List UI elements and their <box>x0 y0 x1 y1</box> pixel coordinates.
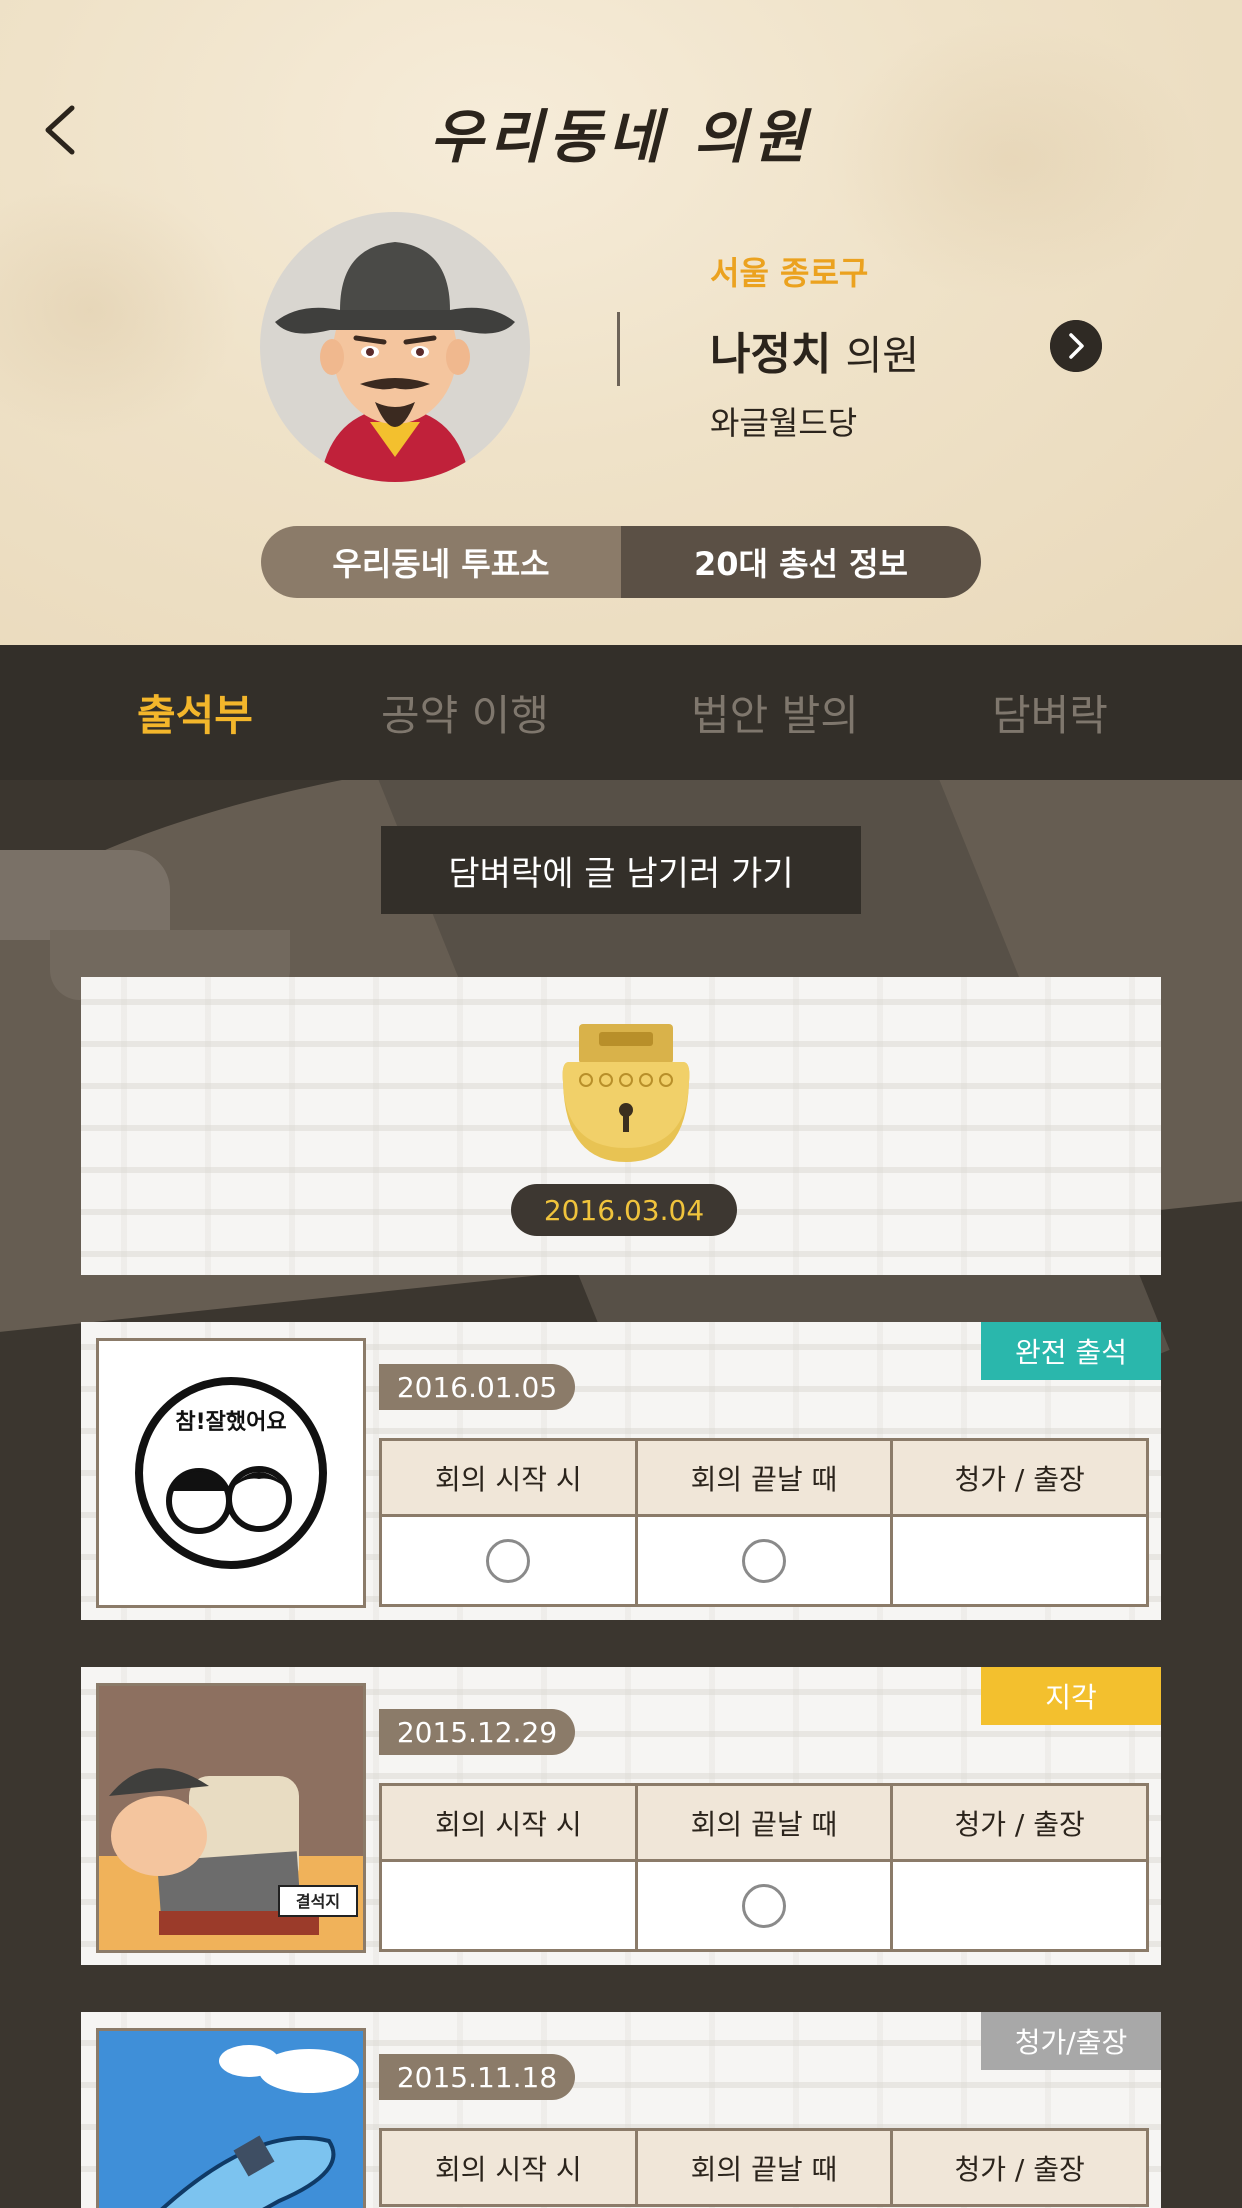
cell-leave-trip <box>890 1514 1149 1607</box>
attendance-circle-icon <box>486 1538 531 1583</box>
header-leave-trip: 청가 / 출장 <box>890 1783 1149 1862</box>
profile-header: 우리동네 의원 서울 종로구 나정치의원 와글월드당 우리동네 투표소 20대 <box>0 0 1242 645</box>
header-meeting-end: 회의 끝날 때 <box>634 2128 894 2207</box>
header-leave-trip: 청가 / 출장 <box>890 2128 1149 2207</box>
attendance-table: 회의 시작 시 회의 끝날 때 청가 / 출장 <box>379 1783 1149 1952</box>
tab-pledge[interactable]: 공약 이행 <box>330 645 600 780</box>
cell-meeting-start <box>379 1859 638 1952</box>
attendance-record[interactable]: 참!잘했어요 2016.01.05 완전 출석 회의 시작 시 회의 끝날 때 … <box>81 1322 1161 1620</box>
cell-meeting-start <box>379 1514 638 1607</box>
header-meeting-end: 회의 끝날 때 <box>634 1438 894 1517</box>
attendance-circle-icon <box>741 1883 786 1928</box>
write-on-wall-button[interactable]: 담벼락에 글 남기러 가기 <box>381 826 861 914</box>
lock-card: 2016.03.04 <box>81 977 1161 1275</box>
tab-bar: 출석부 공약 이행 법안 발의 담벼락 <box>0 645 1242 780</box>
tab-bills[interactable]: 법안 발의 <box>640 645 910 780</box>
attendance-table: 회의 시작 시 회의 끝날 때 청가 / 출장 <box>379 2128 1149 2207</box>
page-title: 우리동네 의원 <box>429 103 813 171</box>
stamp-thumbnail: 참!잘했어요 <box>96 1338 366 1608</box>
attendance-record[interactable]: 2015.11.18 청가/출장 회의 시작 시 회의 끝날 때 청가 / 출장 <box>81 2012 1161 2208</box>
record-date: 2015.12.29 <box>379 1709 575 1755</box>
politician-name-line: 나정치 의원 <box>710 318 919 382</box>
header-segment-buttons: 우리동네 투표소 20대 총선 정보 <box>261 526 981 598</box>
header-meeting-start: 회의 시작 시 <box>379 1783 638 1862</box>
tab-attendance[interactable]: 출석부 <box>60 645 330 780</box>
tab-wall[interactable]: 담벼락 <box>915 645 1185 780</box>
header-meeting-end: 회의 끝날 때 <box>634 1783 894 1862</box>
status-badge: 청가/출장 <box>981 2012 1161 2070</box>
record-date: 2016.01.05 <box>379 1364 575 1410</box>
airplane-thumbnail <box>96 2028 366 2208</box>
header-meeting-start: 회의 시작 시 <box>379 2128 638 2207</box>
header-meeting-start: 회의 시작 시 <box>379 1438 638 1517</box>
header-divider <box>617 312 620 386</box>
politician-avatar <box>260 212 530 482</box>
chevron-right-icon[interactable] <box>1050 320 1102 372</box>
status-badge: 지각 <box>981 1667 1161 1725</box>
election-info-button[interactable]: 20대 총선 정보 <box>621 526 981 598</box>
nameplate-text: 결석지 <box>296 1892 340 1911</box>
attendance-record[interactable]: 결석지 2015.12.29 지각 회의 시작 시 회의 끝날 때 청가 / 출… <box>81 1667 1161 1965</box>
local-polling-station-button[interactable]: 우리동네 투표소 <box>261 526 621 598</box>
cell-meeting-end <box>634 1859 894 1952</box>
attendance-circle-icon <box>741 1538 786 1583</box>
attendance-table: 회의 시작 시 회의 끝날 때 청가 / 출장 <box>379 1438 1149 1607</box>
politician-name: 나정치 <box>710 329 832 380</box>
district-label: 서울 종로구 <box>710 254 869 292</box>
header-leave-trip: 청가 / 출장 <box>890 1438 1149 1517</box>
lock-icon <box>562 1024 690 1162</box>
sleeping-politician-thumbnail: 결석지 <box>96 1683 366 1953</box>
lock-date: 2016.03.04 <box>511 1184 737 1236</box>
status-badge: 완전 출석 <box>981 1322 1161 1380</box>
party-label: 와글월드당 <box>710 404 858 442</box>
record-date: 2015.11.18 <box>379 2054 575 2100</box>
cell-meeting-end <box>634 1514 894 1607</box>
politician-role: 의원 <box>845 333 920 379</box>
stamp-text: 참!잘했어요 <box>175 1410 286 1435</box>
cell-leave-trip <box>890 1859 1149 1952</box>
